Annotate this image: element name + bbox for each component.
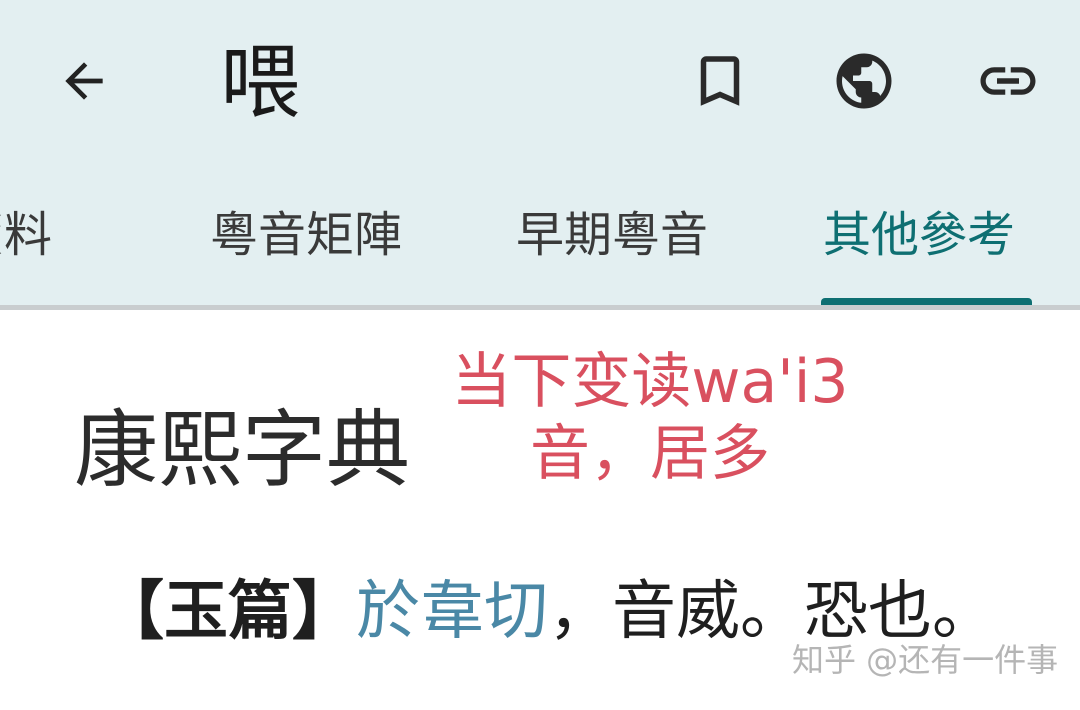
link-icon [980, 67, 1036, 95]
toolbar: 喂 [0, 0, 1080, 165]
dictionary-title: 康熙字典 [74, 401, 411, 499]
entry-source: 【玉篇】 [100, 575, 356, 649]
link-button[interactable] [972, 45, 1044, 117]
tab-bar: 資料 粵音矩陣 早期粵音 其他參考 [0, 165, 1080, 305]
tab-data[interactable]: 資料 [0, 205, 52, 265]
entry-text: ，音威。恐也。 [548, 575, 996, 649]
page-title: 喂 [220, 36, 300, 129]
app-bar: 喂 資料 粵音矩陣 早期粵音 其他參考 [0, 0, 1080, 305]
watermark: 知乎 @还有一件事 [792, 641, 1059, 679]
fanqie-link[interactable]: 於韋切 [356, 575, 548, 649]
screen: 喂 資料 粵音矩陣 早期粵音 其他參考 [0, 0, 1080, 710]
tab-early-cantonese[interactable]: 早期粵音 [516, 205, 708, 265]
annotation-note: 当下变读wa'i3 音，居多 [440, 346, 860, 490]
arrow-left-icon [65, 62, 103, 100]
annotation-line-2: 音，居多 [530, 419, 770, 489]
bookmark-outline-icon [700, 56, 740, 106]
tab-other-references[interactable]: 其他參考 [823, 205, 1015, 265]
back-button[interactable] [48, 45, 120, 117]
globe-icon [836, 53, 892, 109]
globe-button[interactable] [828, 45, 900, 117]
tab-cantonese-matrix[interactable]: 粵音矩陣 [210, 205, 402, 265]
annotation-line-1: 当下变读wa'i3 [451, 347, 849, 417]
bookmark-button[interactable] [684, 45, 756, 117]
